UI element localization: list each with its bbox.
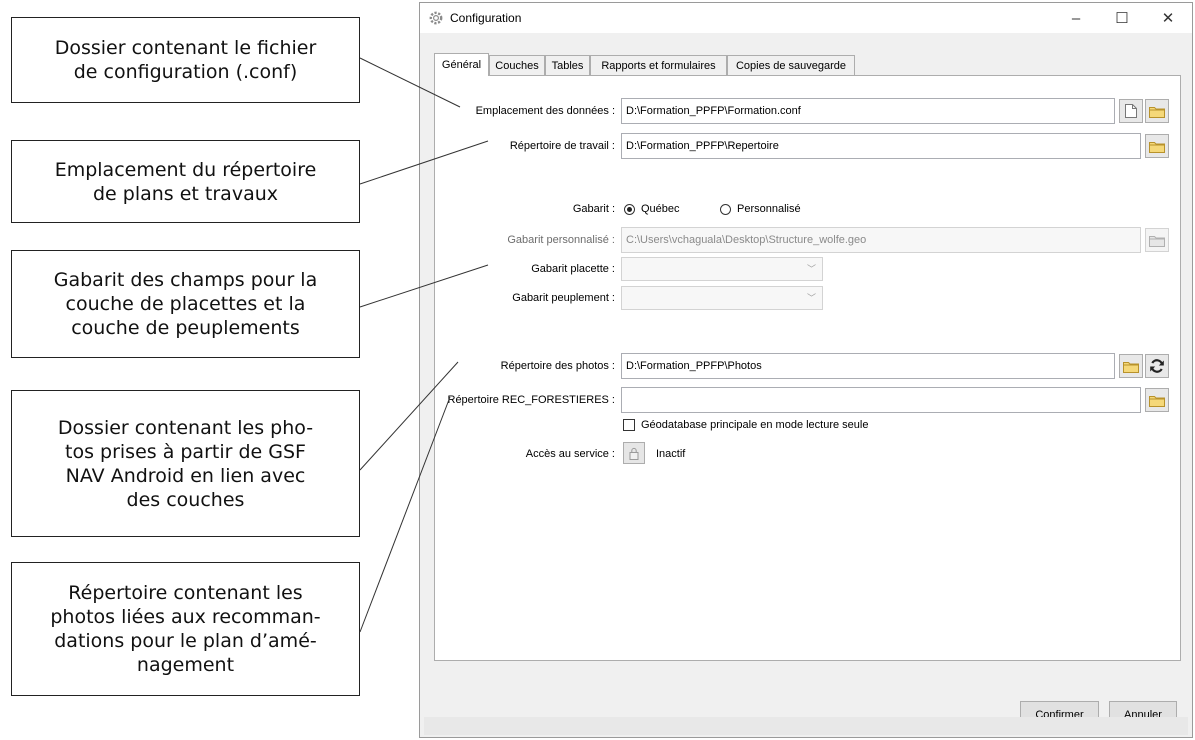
callout-line: nagement — [136, 654, 235, 676]
browse-photos-dir-button[interactable] — [1119, 354, 1143, 378]
window-title: Configuration — [450, 11, 522, 25]
template-quebec-label[interactable]: Québec — [641, 203, 680, 215]
callout-line: des couches — [126, 488, 245, 511]
callout-line: couche de placettes et la — [65, 293, 306, 315]
callout-work-dir: Emplacement du répertoire de plans et tra… — [11, 140, 360, 223]
callout-line: de configuration (.conf) — [73, 61, 298, 83]
folder-icon — [1149, 395, 1165, 407]
chevron-down-icon: ﹀ — [806, 264, 816, 274]
folder-icon — [1123, 361, 1139, 373]
callout-line: Dossier contenant les pho- — [57, 416, 314, 439]
template-custom-label[interactable]: Personnalisé — [737, 203, 801, 215]
browse-rec-dir-button[interactable] — [1145, 388, 1169, 412]
template-label: Gabarit : — [572, 203, 615, 215]
template-quebec-radio[interactable] — [624, 204, 635, 215]
title-bar: Configuration – ☐ ✕ — [420, 3, 1192, 33]
custom-template-label: Gabarit personnalisé : — [507, 234, 615, 246]
folder-icon — [1149, 141, 1165, 153]
tab-general[interactable]: Général — [434, 53, 489, 76]
tab-backups[interactable]: Copies de sauvegarde — [727, 55, 855, 75]
rec-dir-field[interactable] — [621, 387, 1141, 413]
general-panel: Emplacement des données : D:\Formation_P… — [434, 75, 1181, 661]
close-button[interactable]: ✕ — [1146, 3, 1190, 33]
callout-line: Emplacement du répertoire — [54, 158, 317, 181]
stand-template-select[interactable]: ﹀ — [621, 286, 823, 310]
callout-line: Dossier contenant le fichier — [54, 37, 317, 59]
service-label: Accès au service : — [525, 448, 615, 460]
status-strip — [424, 717, 1188, 735]
callout-line: de plans et travaux — [92, 182, 278, 205]
custom-template-field[interactable]: C:\Users\vchaguala\Desktop\Structure_wol… — [621, 227, 1141, 253]
work-dir-label: Répertoire de travail : — [509, 140, 615, 152]
callout-line: tos prises à partir de GSF — [65, 440, 306, 463]
browse-custom-template-button[interactable] — [1145, 228, 1169, 252]
callout-line: Répertoire contenant les — [68, 582, 303, 604]
callout-line: Gabarit des champs pour la — [53, 269, 318, 291]
configuration-window: Configuration – ☐ ✕ Général Couches Tabl… — [419, 2, 1193, 738]
refresh-photos-button[interactable] — [1145, 354, 1169, 378]
photos-dir-field[interactable]: D:\Formation_PPFP\Photos — [621, 353, 1115, 379]
template-custom-radio[interactable] — [720, 204, 731, 215]
readonly-checkbox[interactable] — [623, 419, 635, 431]
readonly-checkbox-label[interactable]: Géodatabase principale en mode lecture s… — [641, 419, 868, 431]
maximize-button[interactable]: ☐ — [1100, 3, 1144, 33]
plot-template-select[interactable]: ﹀ — [621, 257, 823, 281]
callout-recommendations: Répertoire contenant les photos liées aux… — [11, 562, 360, 696]
new-file-icon — [1125, 104, 1137, 118]
callout-line: dations pour le plan d’amé- — [54, 630, 317, 652]
tab-layers[interactable]: Couches — [489, 55, 545, 75]
data-location-label: Emplacement des données : — [475, 105, 615, 117]
callout-line: NAV Android en lien avec — [65, 464, 306, 487]
callout-config-file: Dossier contenant le fichier de configura… — [11, 17, 360, 103]
refresh-icon — [1150, 359, 1164, 373]
service-status: Inactif — [656, 448, 686, 460]
callout-line: couche de peuplements — [71, 317, 300, 339]
photos-dir-label: Répertoire des photos : — [500, 360, 615, 372]
rec-dir-label: Répertoire REC_FORESTIERES : — [447, 394, 616, 406]
folder-icon — [1149, 106, 1165, 118]
stand-template-label: Gabarit peuplement : — [512, 292, 615, 304]
work-dir-field[interactable]: D:\Formation_PPFP\Repertoire — [621, 133, 1141, 159]
new-file-button[interactable] — [1119, 99, 1143, 123]
folder-icon — [1149, 235, 1165, 247]
minimize-button[interactable]: – — [1054, 3, 1098, 33]
plot-template-label: Gabarit placette : — [531, 263, 615, 275]
gear-icon — [429, 11, 443, 25]
chevron-down-icon: ﹀ — [806, 293, 816, 303]
callout-line: photos liées aux recomman- — [50, 606, 321, 628]
browse-data-location-button[interactable] — [1145, 99, 1169, 123]
tab-reports-forms[interactable]: Rapports et formulaires — [590, 55, 727, 75]
callout-photos: Dossier contenant les pho-tos prises à p… — [11, 390, 360, 537]
tab-tables[interactable]: Tables — [545, 55, 590, 75]
service-button[interactable] — [623, 442, 645, 464]
callout-templates: Gabarit des champs pour la couche de plac… — [11, 250, 360, 358]
data-location-field[interactable]: D:\Formation_PPFP\Formation.conf — [621, 98, 1115, 124]
lock-icon — [629, 447, 639, 460]
browse-work-dir-button[interactable] — [1145, 134, 1169, 158]
